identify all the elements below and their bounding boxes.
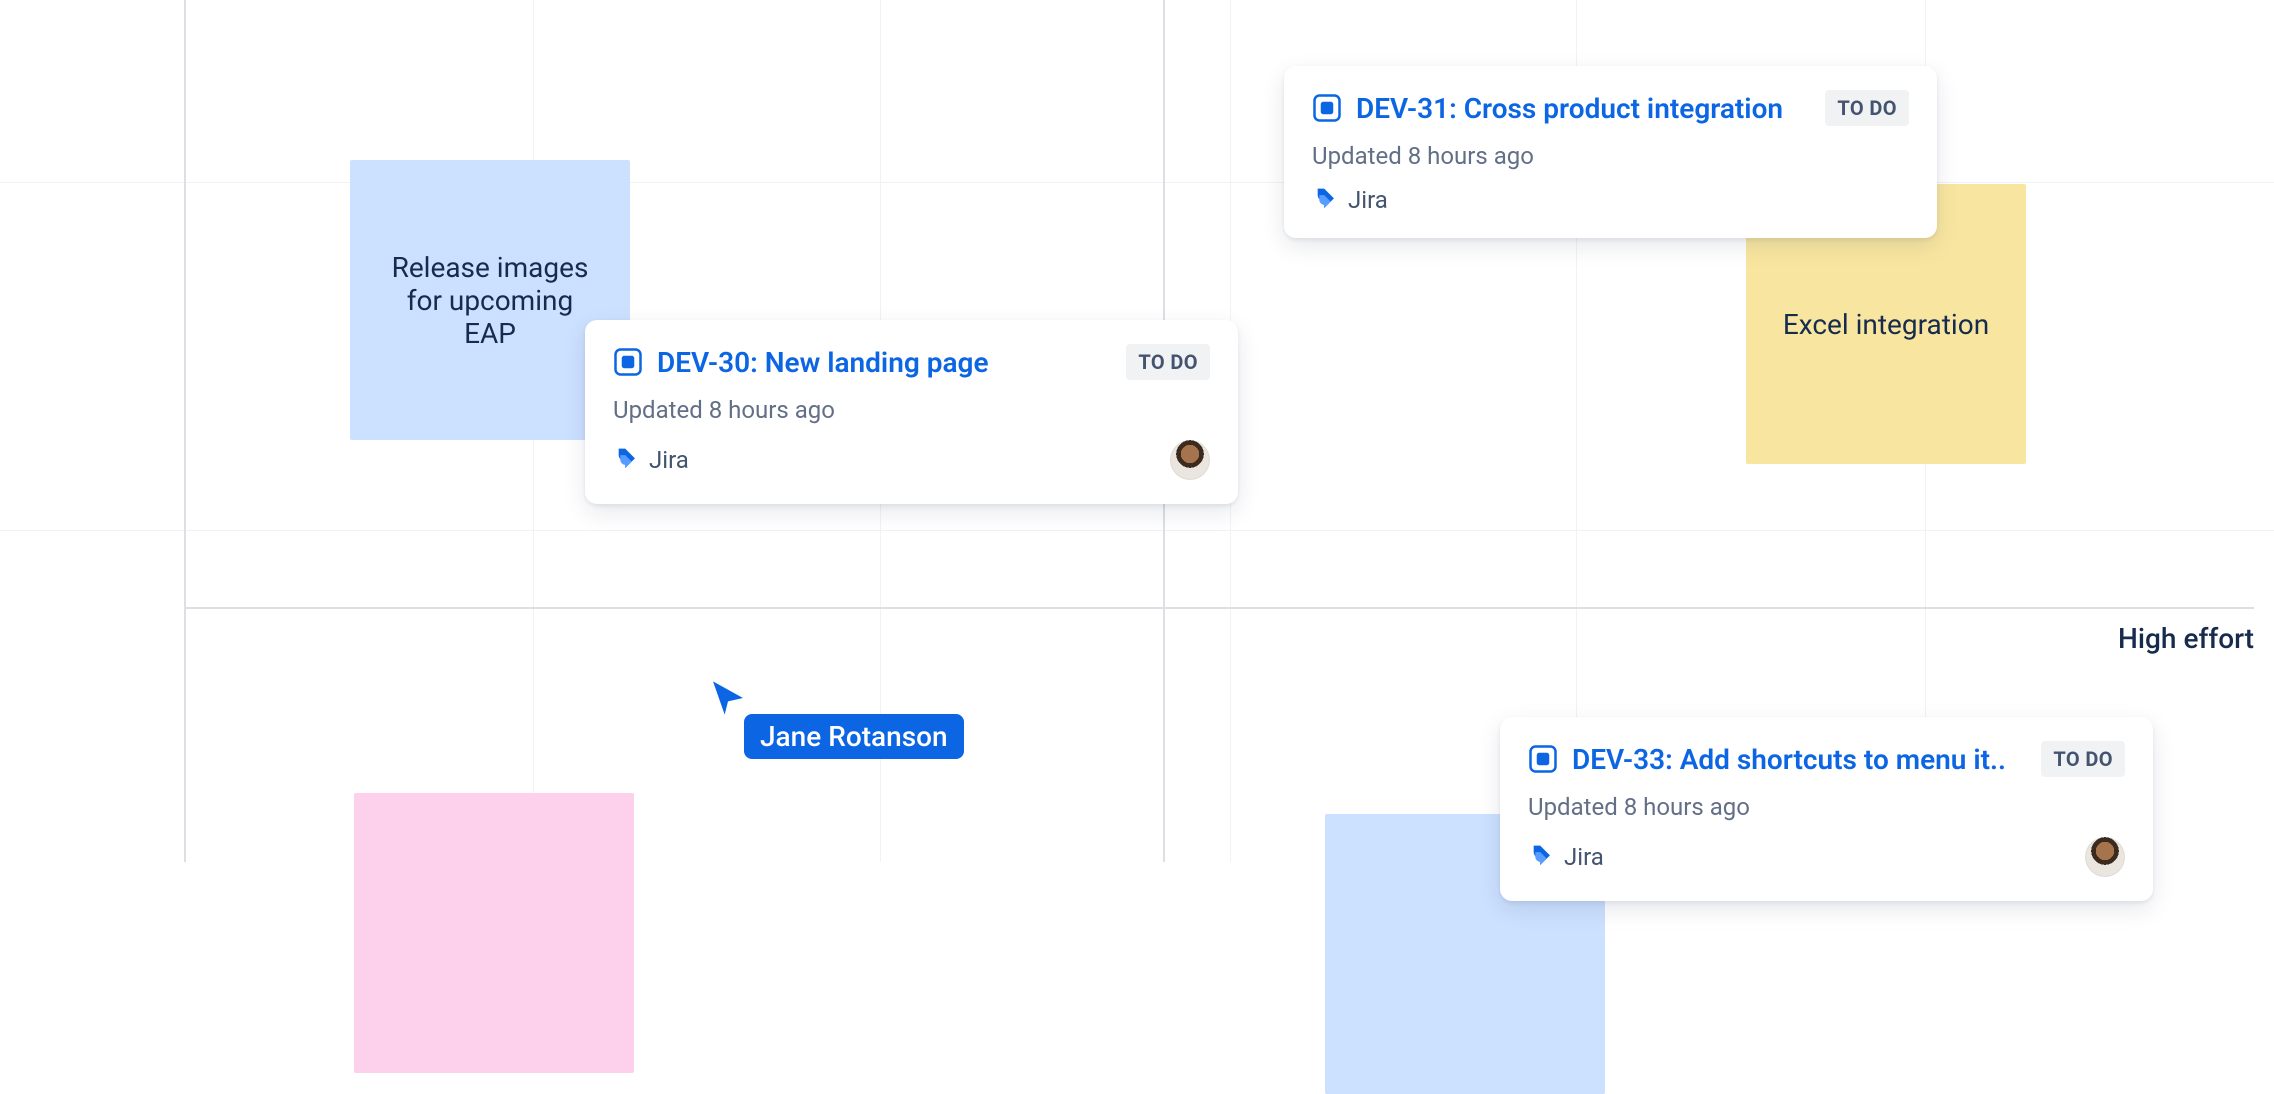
status-badge: TO DO [1126,344,1210,380]
jira-card-title[interactable]: DEV-30: New landing page [657,346,989,379]
jira-issue-icon [1528,744,1558,774]
jira-source-label: Jira [649,446,689,474]
jira-card-updated: Updated 8 hours ago [613,396,1210,424]
jira-issue-icon [1312,93,1342,123]
jira-card-title[interactable]: DEV-31: Cross product integration [1356,92,1783,125]
jira-source-label: Jira [1564,843,1604,871]
cursor-icon [708,678,748,718]
jira-source-badge: Jira [613,446,689,474]
remote-cursor: Jane Rotanson [708,678,748,718]
jira-card-updated: Updated 8 hours ago [1312,142,1909,170]
jira-source-label: Jira [1348,186,1388,214]
jira-card[interactable]: DEV-31: Cross product integration TO DO … [1284,66,1937,238]
jira-logo-icon [1528,844,1554,870]
jira-issue-icon [613,347,643,377]
grid-line-h [0,530,2274,531]
sticky-note-text: Excel integration [1783,308,1989,341]
sticky-note-text: Release images for upcoming EAP [378,251,602,350]
sticky-note[interactable] [354,793,634,1073]
jira-source-badge: Jira [1312,186,1388,214]
jira-source-badge: Jira [1528,843,1604,871]
status-badge: TO DO [2041,741,2125,777]
whiteboard-canvas[interactable]: High effort Release images for upcoming … [0,0,2274,862]
jira-card-updated: Updated 8 hours ago [1528,793,2125,821]
jira-card[interactable]: DEV-33: Add shortcuts to menu it.. TO DO… [1500,717,2153,901]
remote-cursor-label: Jane Rotanson [744,714,964,759]
jira-logo-icon [1312,187,1338,213]
avatar[interactable] [2085,837,2125,877]
avatar[interactable] [1170,440,1210,480]
jira-logo-icon [613,447,639,473]
axis-label-right: High effort [2118,622,2254,655]
status-badge: TO DO [1825,90,1909,126]
jira-card[interactable]: DEV-30: New landing page TO DO Updated 8… [585,320,1238,504]
jira-card-title[interactable]: DEV-33: Add shortcuts to menu it.. [1572,743,2006,776]
axis-vertical [184,0,186,862]
axis-horizontal [184,607,2254,609]
